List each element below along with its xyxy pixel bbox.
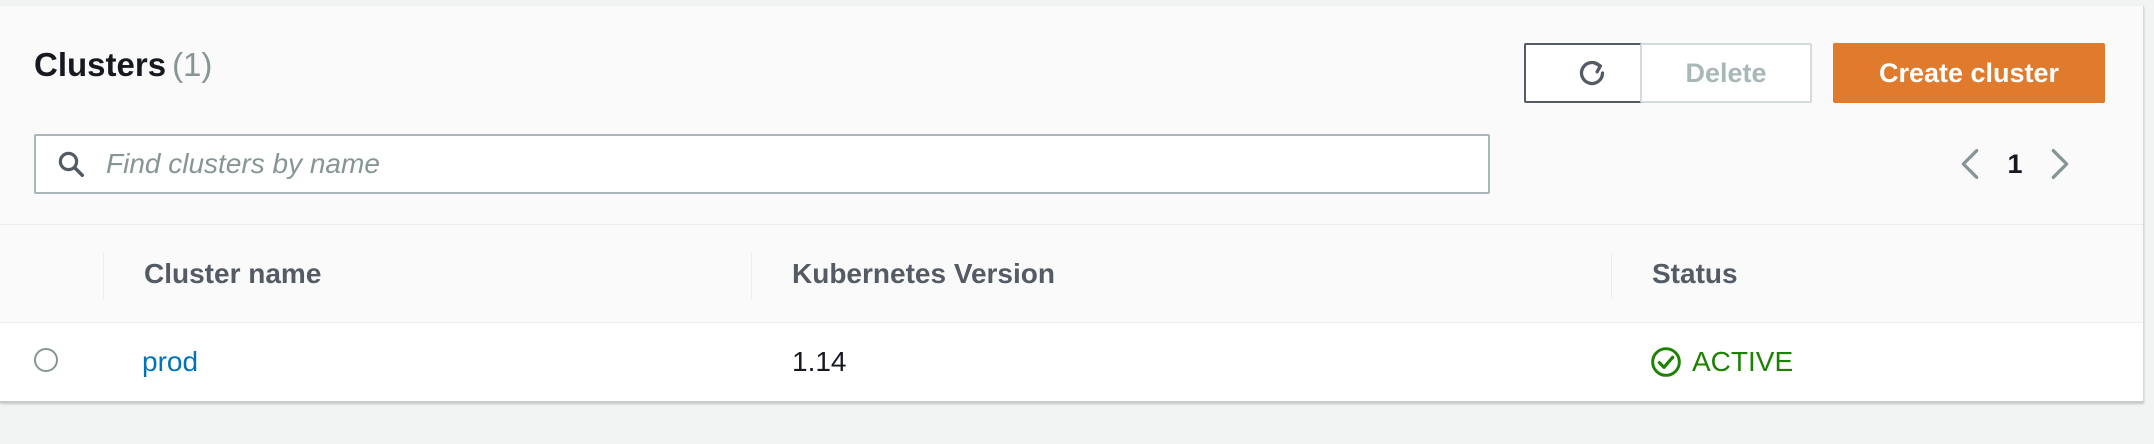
- cluster-name-link[interactable]: prod: [142, 346, 198, 378]
- page-title: Clusters (1): [34, 46, 212, 84]
- pagination: 1: [1955, 144, 2075, 184]
- create-cluster-label: Create cluster: [1878, 57, 2060, 88]
- search-box[interactable]: [34, 134, 1490, 194]
- column-divider: [751, 253, 752, 299]
- table-row: prod 1.14 ACTIVE: [0, 323, 2143, 401]
- chevron-right-icon[interactable]: [2045, 144, 2075, 184]
- delete-button[interactable]: Delete: [1640, 43, 1812, 103]
- cluster-name-cell: prod: [142, 323, 198, 401]
- title-text: Clusters: [34, 46, 167, 83]
- check-circle-icon: [1650, 346, 1682, 378]
- kubernetes-version-cell: 1.14: [792, 346, 847, 377]
- status-cell: ACTIVE: [1650, 323, 1793, 401]
- panel-header: Clusters (1) Delete Create cluster Find …: [0, 6, 2143, 225]
- create-cluster-button[interactable]: Create cluster: [1833, 43, 2105, 103]
- status-text: ACTIVE: [1692, 346, 1794, 377]
- current-page[interactable]: 1: [1985, 149, 2045, 180]
- column-divider: [1611, 253, 1612, 299]
- refresh-icon: [1574, 55, 1610, 91]
- chevron-left-icon[interactable]: [1955, 144, 1985, 184]
- row-select-radio[interactable]: [34, 348, 58, 372]
- column-divider: [103, 253, 104, 299]
- column-header-cluster-name[interactable]: Cluster name: [144, 225, 321, 323]
- delete-button-label: Delete: [1685, 57, 1767, 88]
- column-header-status[interactable]: Status: [1652, 225, 1738, 323]
- refresh-button[interactable]: [1524, 43, 1659, 103]
- search-icon: [54, 147, 88, 181]
- search-input[interactable]: [104, 147, 1448, 181]
- cluster-count: (1): [172, 46, 213, 83]
- column-header-kubernetes-version[interactable]: Kubernetes Version: [792, 225, 1055, 323]
- table-header: Cluster name Kubernetes Version Status: [0, 225, 2143, 323]
- clusters-panel: Clusters (1) Delete Create cluster Find …: [0, 6, 2144, 403]
